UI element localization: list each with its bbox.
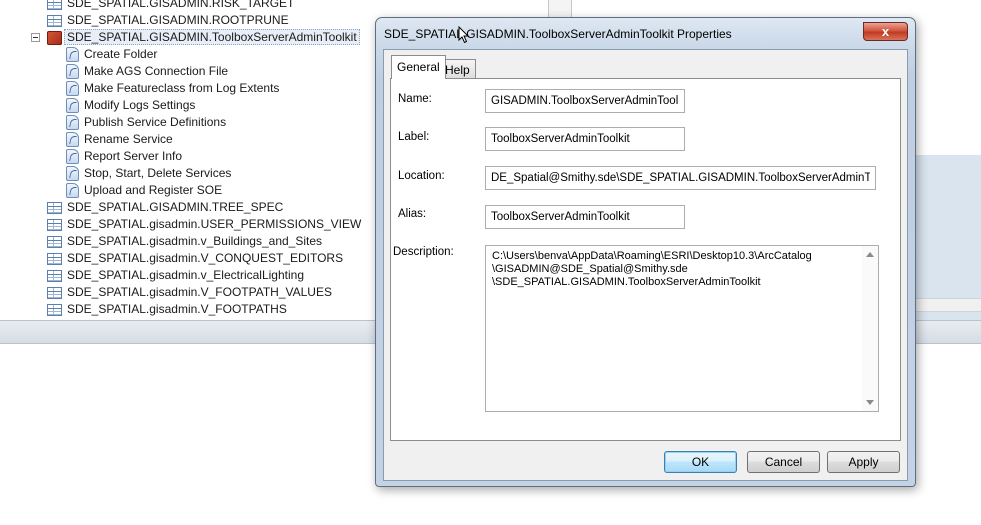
- cancel-button[interactable]: Cancel: [747, 451, 820, 473]
- script-tool-icon: [66, 166, 79, 182]
- tree-item-label: SDE_SPATIAL.gisadmin.USER_PERMISSIONS_VI…: [67, 217, 362, 231]
- tree-item[interactable]: SDE_SPATIAL.GISADMIN.RISK_TARGET: [47, 0, 294, 12]
- apply-button[interactable]: Apply: [827, 451, 900, 473]
- alias-label: Alias:: [398, 208, 427, 220]
- tree-item-label: Publish Service Definitions: [84, 115, 227, 129]
- tree-item[interactable]: SDE_SPATIAL.gisadmin.V_CONQUEST_EDITORS: [47, 250, 343, 267]
- mouse-cursor-icon: [458, 26, 470, 44]
- dialog-title: SDE_SPATIAL.GISADMIN.ToolboxServerAdminT…: [384, 27, 732, 41]
- tree-item-label: Modify Logs Settings: [84, 98, 196, 112]
- tree-item-label: Make AGS Connection File: [84, 64, 229, 78]
- tree-item[interactable]: SDE_SPATIAL.gisadmin.V_FOOTPATHS: [47, 301, 287, 318]
- script-tool-icon: [66, 149, 79, 165]
- table-icon: [47, 269, 62, 282]
- tree-item-label: SDE_SPATIAL.GISADMIN.RISK_TARGET: [67, 0, 295, 10]
- tree-item-label: Rename Service: [84, 132, 173, 146]
- tree-item[interactable]: SDE_SPATIAL.gisadmin.V_FOOTPATH_VALUES: [47, 284, 332, 301]
- tree-item[interactable]: SDE_SPATIAL.GISADMIN.ToolboxServerAdminT…: [47, 29, 360, 46]
- script-tool-icon: [66, 98, 79, 114]
- description-label: Description:: [393, 246, 454, 258]
- table-icon: [47, 14, 62, 27]
- script-tool-icon: [66, 132, 79, 148]
- script-tool-icon: [66, 47, 79, 63]
- dialog-client-area: General Help Name: Label: Location: Alia…: [383, 49, 908, 481]
- location-label: Location:: [398, 170, 445, 182]
- tree-item[interactable]: SDE_SPATIAL.gisadmin.USER_PERMISSIONS_VI…: [47, 216, 361, 233]
- tree-item-label: Make Featureclass from Log Extents: [84, 81, 280, 95]
- tree-item-label: Stop, Start, Delete Services: [84, 166, 232, 180]
- right-pane-scrollbar[interactable]: [914, 298, 981, 312]
- tree-item-label: SDE_SPATIAL.gisadmin.V_FOOTPATH_VALUES: [67, 285, 332, 299]
- collapse-toggle-icon[interactable]: [31, 33, 40, 42]
- table-icon: [47, 286, 62, 299]
- tree-item-label: SDE_SPATIAL.gisadmin.V_CONQUEST_EDITORS: [67, 251, 344, 265]
- properties-dialog: SDE_SPATIAL.GISADMIN.ToolboxServerAdminT…: [375, 17, 916, 487]
- script-tool-icon: [66, 64, 79, 80]
- close-button[interactable]: x: [863, 22, 908, 41]
- tree-item[interactable]: Upload and Register SOE: [66, 182, 222, 199]
- tree-item[interactable]: Make AGS Connection File: [66, 63, 228, 80]
- tree-item[interactable]: Create Folder: [66, 46, 157, 63]
- tree-item-label: SDE_SPATIAL.gisadmin.V_FOOTPATHS: [67, 302, 287, 316]
- table-icon: [47, 0, 62, 10]
- right-pane: [914, 155, 981, 320]
- tree-item-label: SDE_SPATIAL.GISADMIN.ToolboxServerAdminT…: [64, 29, 360, 45]
- tree-item-label: Create Folder: [84, 47, 158, 61]
- tree-item[interactable]: Report Server Info: [66, 148, 182, 165]
- name-label: Name:: [398, 93, 432, 105]
- label-label: Label:: [398, 131, 430, 143]
- tree-item[interactable]: Make Featureclass from Log Extents: [66, 80, 279, 97]
- tree-item[interactable]: SDE_SPATIAL.GISADMIN.TREE_SPEC: [47, 199, 283, 216]
- table-icon: [47, 201, 62, 214]
- script-tool-icon: [66, 183, 79, 199]
- scroll-up-arrow-icon[interactable]: [866, 252, 874, 257]
- tree-item[interactable]: SDE_SPATIAL.gisadmin.v_ElectricalLightin…: [47, 267, 304, 284]
- table-icon: [47, 235, 62, 248]
- tree-item-label: Upload and Register SOE: [84, 183, 223, 197]
- tree-item-label: SDE_SPATIAL.gisadmin.v_ElectricalLightin…: [67, 268, 304, 282]
- table-icon: [47, 252, 62, 265]
- tab-general[interactable]: General: [391, 55, 446, 79]
- scroll-down-arrow-icon[interactable]: [866, 400, 874, 405]
- description-text: C:\Users\benva\AppData\Roaming\ESRI\Desk…: [492, 250, 812, 288]
- script-tool-icon: [66, 115, 79, 131]
- tree-item-label: Report Server Info: [84, 149, 183, 163]
- tree-item[interactable]: SDE_SPATIAL.gisadmin.v_Buildings_and_Sit…: [47, 233, 322, 250]
- tree-item-label: SDE_SPATIAL.GISADMIN.ROOTPRUNE: [67, 13, 289, 27]
- toolbox-icon: [47, 30, 62, 45]
- ok-button[interactable]: OK: [664, 451, 737, 473]
- tree-item-label: SDE_SPATIAL.GISADMIN.TREE_SPEC: [67, 200, 284, 214]
- label-field[interactable]: [485, 127, 685, 151]
- tree-item-label: SDE_SPATIAL.gisadmin.v_Buildings_and_Sit…: [67, 234, 323, 248]
- tree-item[interactable]: SDE_SPATIAL.GISADMIN.ROOTPRUNE: [47, 12, 289, 29]
- table-icon: [47, 218, 62, 231]
- script-tool-icon: [66, 81, 79, 97]
- description-scrollbar[interactable]: [862, 246, 878, 411]
- table-icon: [47, 303, 62, 316]
- name-field[interactable]: [485, 89, 685, 113]
- tree-item[interactable]: Rename Service: [66, 131, 173, 148]
- tree-item[interactable]: Publish Service Definitions: [66, 114, 226, 131]
- description-field[interactable]: C:\Users\benva\AppData\Roaming\ESRI\Desk…: [485, 245, 879, 412]
- general-tab-panel: Name: Label: Location: Alias: Descriptio…: [390, 78, 901, 441]
- tree-item[interactable]: Stop, Start, Delete Services: [66, 165, 231, 182]
- location-field[interactable]: [485, 166, 876, 190]
- alias-field[interactable]: [485, 205, 685, 229]
- tree-item[interactable]: Modify Logs Settings: [66, 97, 195, 114]
